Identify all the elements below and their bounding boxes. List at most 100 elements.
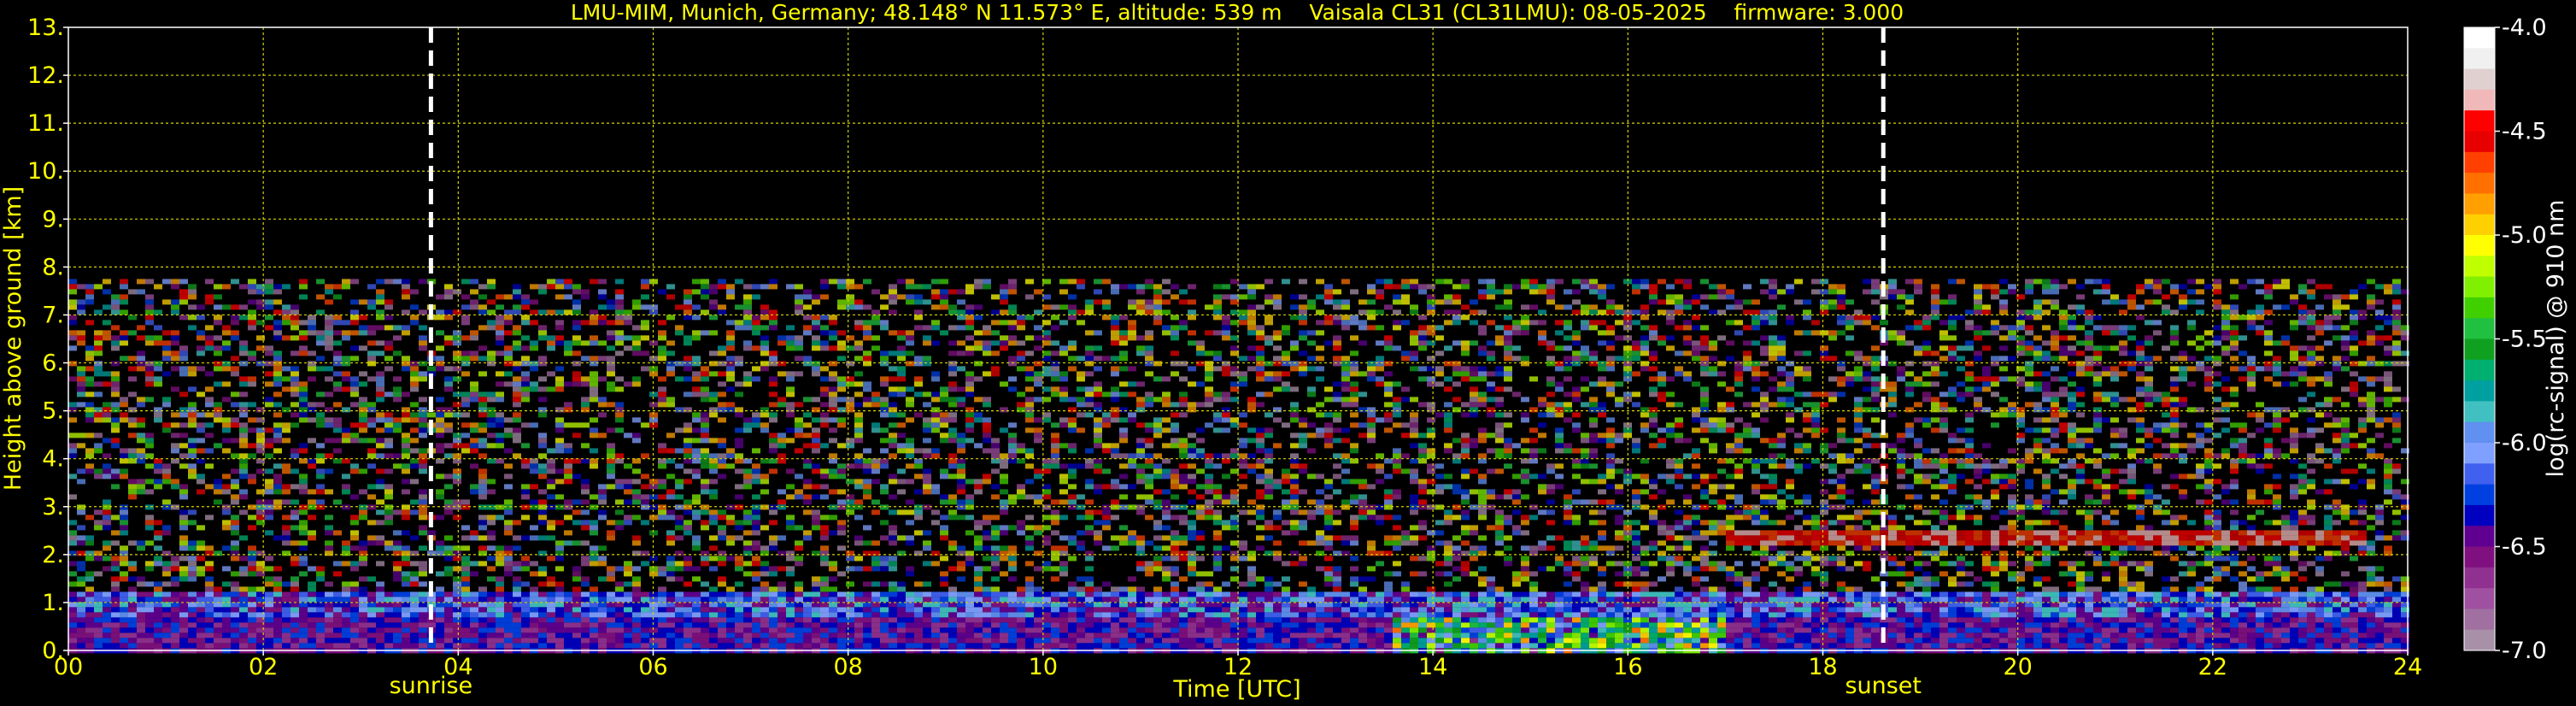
heatmap-cell [188, 545, 197, 551]
heatmap-cell [393, 391, 402, 397]
heatmap-cell [931, 407, 940, 413]
heatmap-cell [1068, 627, 1077, 633]
heatmap-cell [974, 581, 983, 587]
heatmap-cell [325, 407, 333, 413]
heatmap-cell [812, 366, 820, 372]
heatmap-cell [854, 422, 863, 428]
heatmap-cell [1059, 371, 1068, 377]
heatmap-cell [547, 284, 555, 290]
heatmap-cell [889, 453, 897, 459]
heatmap-cell [735, 561, 743, 567]
heatmap-cell [179, 279, 188, 285]
heatmap-cell [718, 643, 726, 649]
heatmap-cell [359, 325, 367, 331]
heatmap-cell [325, 550, 333, 556]
heatmap-cell [615, 525, 624, 531]
heatmap-cell [530, 612, 538, 618]
heatmap-cell [188, 571, 197, 577]
heatmap-cell [290, 325, 299, 331]
heatmap-cell [914, 474, 923, 479]
heatmap-cell [871, 315, 880, 321]
heatmap-cell [487, 350, 496, 356]
heatmap-cell [478, 284, 487, 290]
heatmap-cell [308, 535, 316, 541]
heatmap-cell [1034, 632, 1042, 638]
heatmap-cell [273, 632, 282, 638]
heatmap-cell [419, 632, 427, 638]
heatmap-cell [948, 627, 957, 633]
heatmap-cell [965, 479, 974, 485]
heatmap-cell [402, 571, 410, 577]
heatmap-cell [803, 422, 812, 428]
heatmap-cell [393, 617, 402, 623]
heatmap-cell [743, 509, 752, 515]
heatmap-cell [521, 643, 530, 649]
heatmap-cell [1068, 617, 1077, 623]
heatmap-cell [897, 356, 906, 362]
heatmap-cell [179, 591, 188, 597]
heatmap-cell [615, 279, 624, 285]
heatmap-cell [103, 545, 111, 551]
heatmap-cell [504, 315, 513, 321]
heatmap-cell [906, 520, 914, 526]
heatmap-cell [248, 515, 256, 521]
heatmap-cell [1008, 561, 1017, 567]
heatmap-cell [564, 612, 572, 618]
heatmap-cell [983, 417, 991, 423]
heatmap-cell [581, 576, 590, 582]
heatmap-cell [299, 571, 308, 577]
heatmap-cell [171, 504, 179, 510]
heatmap-cell [991, 309, 1000, 315]
heatmap-cell [350, 561, 359, 567]
heatmap-cell [1077, 607, 1085, 613]
heatmap-cell [77, 432, 85, 438]
heatmap-cell [624, 622, 632, 628]
heatmap-cell [94, 525, 103, 531]
heatmap-cell [282, 335, 290, 341]
heatmap-cell [983, 479, 991, 485]
heatmap-cell [478, 325, 487, 331]
heatmap-cell [239, 427, 248, 433]
heatmap-cell [743, 479, 752, 485]
heatmap-cell [641, 638, 649, 644]
heatmap-cell [342, 489, 350, 495]
heatmap-cell [461, 443, 470, 449]
heatmap-cell [333, 402, 342, 408]
heatmap-cell [231, 571, 239, 577]
heatmap-cell [735, 438, 743, 444]
heatmap-cell [607, 448, 615, 454]
heatmap-cell [299, 607, 308, 613]
heatmap-cell [1145, 438, 1153, 444]
heatmap-cell [718, 371, 726, 377]
heatmap-cell [513, 643, 521, 649]
heatmap-cell [564, 474, 572, 479]
heatmap-cell [470, 530, 478, 536]
heatmap-cell [103, 632, 111, 638]
heatmap-cell [760, 474, 769, 479]
heatmap-cell [384, 299, 393, 305]
heatmap-cell [1068, 597, 1077, 603]
heatmap-cell [965, 550, 974, 556]
heatmap-cell [487, 622, 496, 628]
heatmap-cell [188, 289, 197, 295]
heatmap-cell [965, 371, 974, 377]
heatmap-cell [77, 643, 85, 649]
heatmap-cell [530, 361, 538, 367]
heatmap-cell [402, 632, 410, 638]
heatmap-cell [726, 294, 735, 300]
heatmap-cell [103, 412, 111, 418]
heatmap-cell [154, 627, 162, 633]
heatmap-cell [282, 617, 290, 623]
heatmap-cell [376, 479, 384, 485]
heatmap-cell [846, 643, 854, 649]
heatmap-cell [128, 627, 137, 633]
heatmap-cell [880, 381, 889, 387]
heatmap-cell [1008, 617, 1017, 623]
heatmap-cell [1153, 525, 1162, 531]
heatmap-cell [521, 556, 530, 562]
heatmap-cell [367, 438, 376, 444]
heatmap-cell [171, 279, 179, 285]
heatmap-cell [607, 427, 615, 433]
heatmap-cell [154, 586, 162, 592]
heatmap-cell [1051, 530, 1059, 536]
